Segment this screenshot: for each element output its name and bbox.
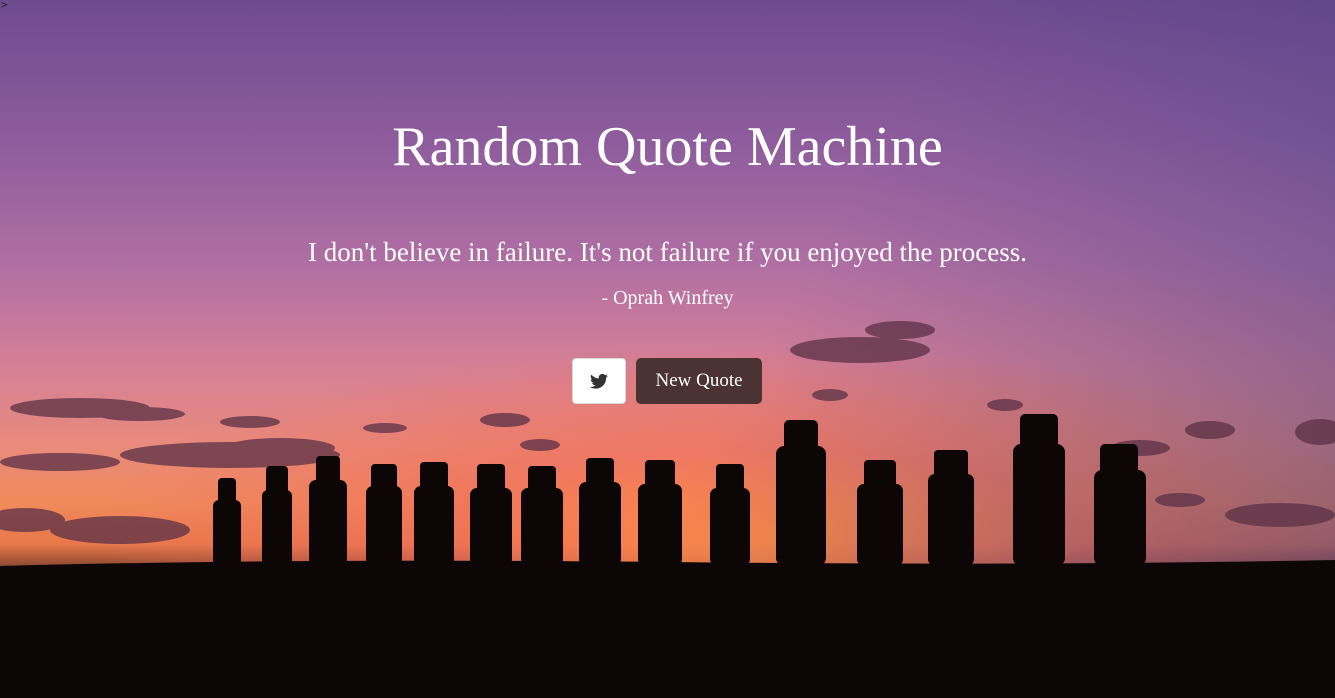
stray-caret-text: >	[1, 0, 8, 11]
moai-silhouette-scene	[0, 321, 1335, 698]
twitter-icon	[590, 373, 608, 389]
quote-author: - Oprah Winfrey	[601, 287, 734, 309]
page-title: Random Quote Machine	[392, 116, 943, 178]
quote-text: I don't believe in failure. It's not fai…	[307, 237, 1027, 267]
tweet-quote-button[interactable]	[572, 358, 626, 404]
new-quote-button[interactable]: New Quote	[636, 358, 762, 404]
